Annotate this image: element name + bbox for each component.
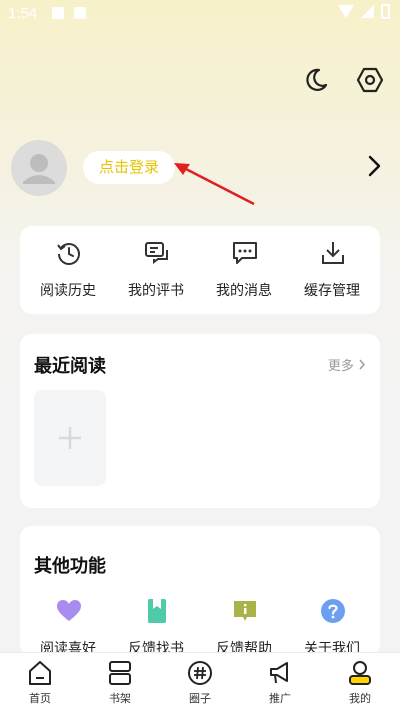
quick-action-my-messages[interactable]: 我的消息 — [201, 226, 287, 314]
tab-label: 圈子 — [189, 692, 211, 705]
signal-icon — [361, 5, 374, 18]
tab-mine[interactable]: 我的 — [320, 653, 400, 710]
user-placeholder-icon — [23, 154, 55, 184]
history-clock-icon — [57, 243, 80, 265]
function-feedback-help[interactable]: 反馈帮助 — [201, 598, 287, 657]
tab-circle[interactable]: 圈子 — [160, 653, 240, 710]
other-functions-title: 其他功能 — [34, 556, 106, 577]
info-box-icon — [234, 601, 256, 621]
message-bubble-icon — [233, 242, 257, 264]
tab-label: 首页 — [29, 692, 51, 705]
function-reading-preferences[interactable]: 阅读喜好 — [25, 598, 111, 657]
chevron-right-small-icon — [359, 359, 365, 370]
more-label: 更多 — [327, 359, 354, 374]
other-functions-card: 其他功能 阅读喜好 反馈找书 反馈帮助 关于我们 — [20, 526, 380, 657]
battery-icon — [381, 4, 390, 19]
megaphone-icon — [270, 662, 288, 684]
avatar[interactable] — [11, 140, 67, 196]
image-notification-icon — [52, 7, 64, 19]
book-bookmark-icon — [148, 599, 166, 623]
quick-action-cache-management[interactable]: 缓存管理 — [289, 226, 375, 314]
annotation-arrow — [174, 163, 255, 206]
function-about-us[interactable]: 关于我们 — [289, 598, 375, 657]
chevron-right-icon[interactable] — [364, 152, 384, 184]
quick-action-label: 我的评书 — [128, 283, 184, 299]
download-icon — [322, 242, 344, 264]
login-button[interactable]: 点击登录 — [83, 151, 175, 184]
review-chat-icon — [145, 242, 168, 264]
quick-action-label: 缓存管理 — [304, 283, 360, 299]
tab-promote[interactable]: 推广 — [240, 653, 320, 710]
wifi-icon — [338, 5, 354, 18]
quick-action-label: 阅读历史 — [40, 283, 96, 299]
tab-label: 我的 — [349, 692, 371, 705]
add-book-tile[interactable] — [34, 390, 106, 486]
quick-actions-card: 阅读历史 我的评书 我的消息 缓存管理 — [20, 226, 380, 314]
status-bar: 1:54 — [0, 0, 400, 28]
function-feedback-find-book[interactable]: 反馈找书 — [113, 598, 199, 657]
question-circle-icon — [321, 599, 345, 623]
quick-action-my-reviews[interactable]: 我的评书 — [113, 226, 199, 314]
more-link[interactable]: 更多 — [328, 355, 366, 374]
bottom-tab-bar: 首页 书架 圈子 推广 我的 — [0, 652, 400, 710]
tab-home[interactable]: 首页 — [0, 653, 80, 710]
settings-hex-icon[interactable] — [356, 66, 384, 94]
heart-icon — [57, 600, 81, 621]
profile-icon — [349, 661, 371, 685]
status-time: 1:54 — [8, 5, 38, 22]
recent-reading-card: 最近阅读 更多 — [20, 334, 380, 508]
hashtag-icon — [188, 661, 212, 685]
tab-label: 书架 — [109, 692, 131, 705]
quick-action-reading-history[interactable]: 阅读历史 — [25, 226, 111, 314]
app-notification-icon — [74, 7, 86, 19]
quick-action-label: 我的消息 — [216, 283, 272, 299]
moon-icon[interactable] — [302, 66, 330, 94]
recent-reading-title: 最近阅读 — [34, 356, 106, 377]
home-icon — [29, 661, 51, 685]
plus-icon — [59, 427, 81, 449]
bookshelf-icon — [109, 661, 131, 685]
tab-bookshelf[interactable]: 书架 — [80, 653, 160, 710]
tab-label: 推广 — [269, 692, 291, 705]
